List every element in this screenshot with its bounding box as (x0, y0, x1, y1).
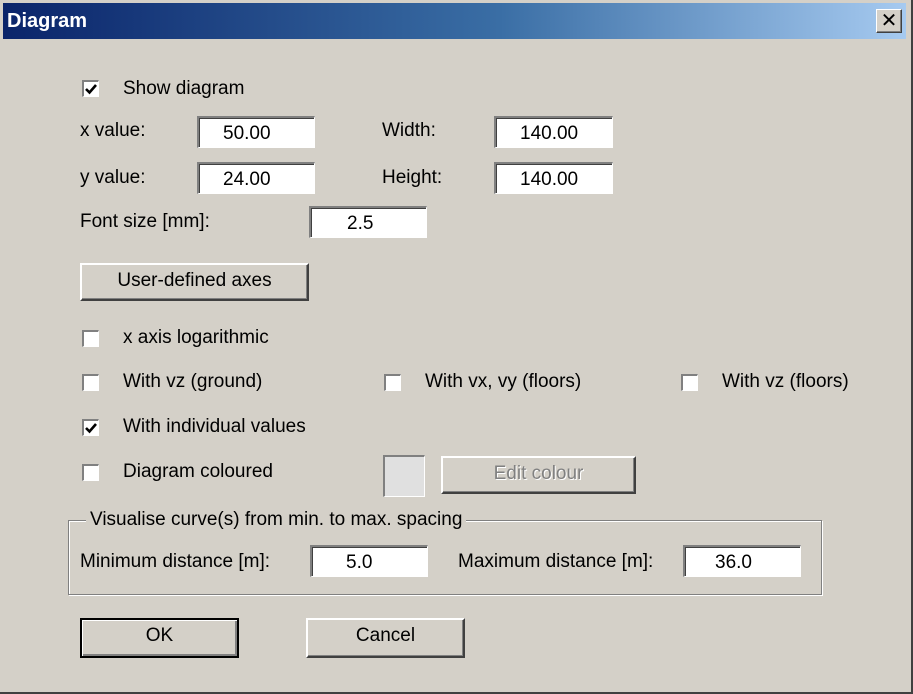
max-distance-input[interactable]: 36.0 (683, 545, 801, 577)
show-diagram-label: Show diagram (123, 78, 245, 99)
vxvy-floors-label: With vx, vy (floors) (425, 371, 582, 392)
x-axis-log-checkbox[interactable] (82, 330, 99, 347)
window-title: Diagram (7, 10, 88, 32)
close-button[interactable]: ✕ (876, 9, 902, 33)
height-label: Height: (382, 167, 443, 188)
cancel-button[interactable]: Cancel (306, 618, 465, 658)
edit-colour-label: Edit colour (493, 463, 584, 484)
vxvy-floors-checkbox[interactable] (384, 374, 401, 391)
diagram-coloured-checkbox[interactable] (82, 464, 99, 481)
diagram-coloured-label: Diagram coloured (123, 461, 273, 482)
ok-button[interactable]: OK (80, 618, 239, 658)
edit-colour-button: Edit colour (441, 456, 636, 494)
diagram-dialog: Diagram ✕ Show diagram x value: 50.00 Wi… (0, 0, 913, 694)
spacing-group-legend: Visualise curve(s) from min. to max. spa… (86, 509, 467, 531)
title-bar[interactable]: Diagram ✕ (3, 3, 906, 39)
width-label: Width: (382, 120, 436, 141)
show-diagram-checkbox[interactable] (82, 80, 99, 97)
user-defined-axes-button[interactable]: User-defined axes (80, 263, 309, 301)
font-size-label: Font size [mm]: (80, 211, 210, 232)
x-value-label: x value: (80, 120, 146, 141)
checkmark-icon (85, 84, 97, 95)
x-axis-log-label: x axis logarithmic (123, 327, 269, 348)
x-value-input[interactable]: 50.00 (197, 116, 315, 148)
vz-ground-checkbox[interactable] (82, 374, 99, 391)
min-distance-label: Minimum distance [m]: (80, 551, 271, 572)
close-icon: ✕ (880, 10, 898, 32)
y-value-label: y value: (80, 167, 146, 188)
height-input[interactable]: 140.00 (494, 162, 613, 194)
colour-swatch (383, 455, 425, 497)
vz-floors-checkbox[interactable] (681, 374, 698, 391)
vz-ground-label: With vz (ground) (123, 371, 263, 392)
width-input[interactable]: 140.00 (494, 116, 613, 148)
max-distance-label: Maximum distance [m]: (458, 551, 654, 572)
min-distance-input[interactable]: 5.0 (310, 545, 428, 577)
vz-floors-label: With vz (floors) (722, 371, 849, 392)
y-value-input[interactable]: 24.00 (197, 162, 315, 194)
individual-values-label: With individual values (123, 416, 306, 437)
individual-values-checkbox[interactable] (82, 419, 99, 436)
font-size-input[interactable]: 2.5 (309, 206, 427, 238)
checkmark-icon (85, 423, 97, 434)
